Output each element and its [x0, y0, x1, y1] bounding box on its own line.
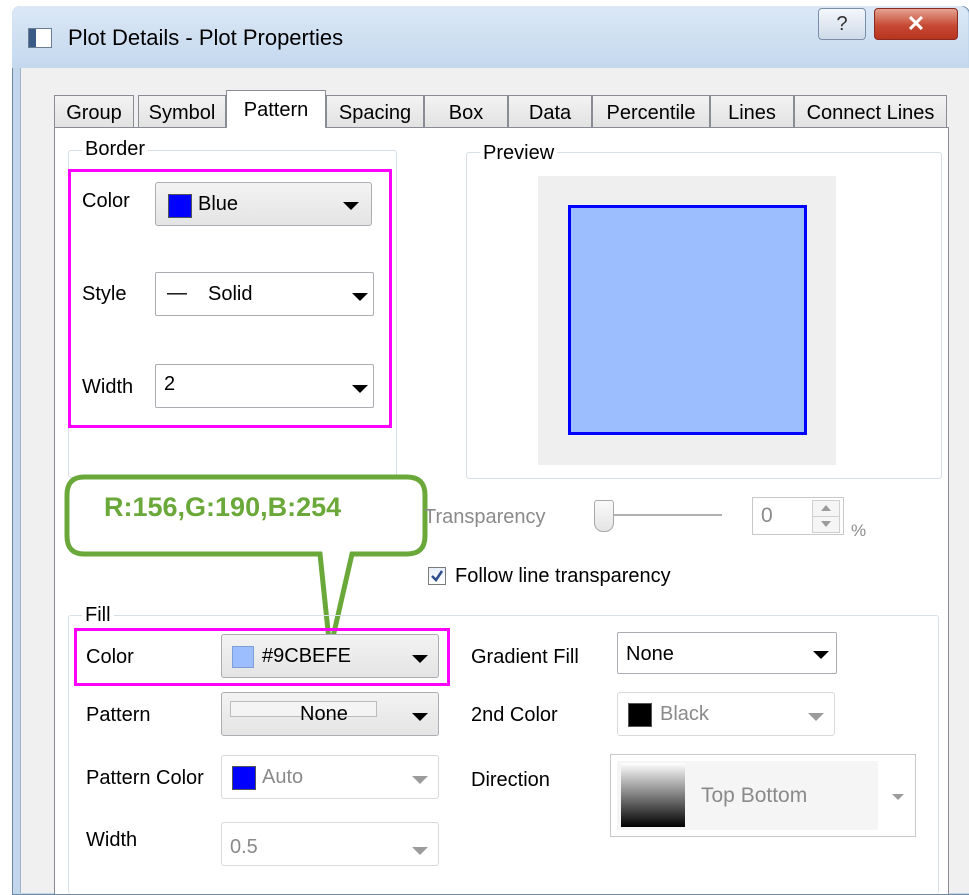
help-button[interactable]: ?	[818, 8, 866, 40]
chevron-down-icon	[352, 385, 368, 393]
border-color-value: Blue	[198, 193, 239, 215]
gradient-preview-icon	[621, 763, 685, 827]
tab-connect-lines[interactable]: Connect Lines	[794, 95, 947, 127]
follow-transparency-checkbox[interactable]	[428, 567, 446, 585]
tab-symbol[interactable]: Symbol	[138, 95, 226, 127]
pattern-color-value: Auto	[262, 766, 304, 788]
window-title: Plot Details - Plot Properties	[68, 25, 344, 50]
border-width-label: Width	[82, 376, 134, 398]
border-width-value: 2	[164, 373, 176, 395]
fill-color-label: Color	[86, 646, 134, 668]
fill-width-label: Width	[86, 829, 138, 851]
fill-group-title: Fill	[82, 604, 114, 627]
pattern-color-dropdown[interactable]: Auto	[221, 755, 439, 799]
fill-color-value: #9CBEFE	[262, 645, 351, 667]
border-width-dropdown[interactable]: 2	[155, 364, 374, 408]
blue-swatch-icon	[168, 194, 192, 218]
transparency-slider-track[interactable]	[606, 514, 722, 517]
blue-swatch-icon	[232, 766, 256, 790]
tab-box[interactable]: Box	[424, 95, 508, 127]
checkmark-icon	[431, 570, 444, 582]
line-style-icon: —	[167, 282, 187, 304]
app-icon	[28, 28, 52, 48]
chevron-down-icon	[412, 713, 428, 721]
tab-group[interactable]: Group	[54, 95, 134, 127]
fill-color-dropdown[interactable]: #9CBEFE	[221, 634, 439, 678]
tab-spacing[interactable]: Spacing	[326, 95, 424, 127]
chevron-down-icon	[412, 847, 428, 855]
spin-up-icon[interactable]	[812, 500, 840, 517]
tab-data[interactable]: Data	[508, 95, 592, 127]
direction-dropdown[interactable]: Top Bottom	[610, 754, 916, 837]
border-color-dropdown[interactable]: Blue	[155, 182, 372, 226]
chevron-down-icon	[813, 651, 829, 659]
transparency-value: 0	[761, 504, 773, 527]
border-color-label: Color	[82, 190, 130, 212]
chevron-down-icon	[352, 293, 368, 301]
pattern-color-label: Pattern Color	[86, 767, 204, 789]
second-color-label: 2nd Color	[471, 704, 558, 726]
gradient-fill-value: None	[626, 643, 674, 665]
chevron-down-icon	[808, 713, 824, 721]
border-style-dropdown[interactable]: — Solid	[155, 272, 374, 316]
transparency-spinbox[interactable]: 0	[752, 497, 844, 535]
preview-fill-box	[568, 205, 807, 435]
fill-pattern-dropdown[interactable]: None	[221, 692, 439, 736]
fill-pattern-label: Pattern	[86, 704, 151, 726]
black-swatch-icon	[628, 703, 652, 727]
border-style-label: Style	[82, 283, 127, 305]
spin-down-icon[interactable]	[812, 516, 840, 533]
tab-percentile[interactable]: Percentile	[592, 95, 710, 127]
fill-width-value: 0.5	[230, 836, 258, 858]
follow-transparency-label[interactable]: Follow line transparency	[455, 565, 671, 588]
chevron-down-icon	[412, 776, 428, 784]
chevron-down-icon	[343, 202, 359, 210]
second-color-value: Black	[660, 703, 709, 725]
chevron-down-icon	[892, 794, 904, 800]
tab-pattern[interactable]: Pattern	[226, 90, 326, 128]
gradient-fill-label: Gradient Fill	[471, 646, 579, 668]
transparency-slider-thumb[interactable]	[594, 500, 614, 532]
callout-text: R:156,G:190,B:254	[104, 492, 342, 522]
transparency-label: Transparency	[424, 506, 546, 528]
border-style-value: Solid	[208, 283, 253, 305]
fill-width-dropdown[interactable]: 0.5	[221, 822, 439, 866]
fill-pattern-value: None	[300, 703, 348, 725]
border-group-title: Border	[82, 138, 149, 161]
direction-value: Top Bottom	[701, 784, 808, 807]
transparency-unit: %	[851, 521, 867, 540]
close-button[interactable]: ✕	[874, 8, 958, 40]
direction-label: Direction	[471, 769, 550, 791]
preview-group-title: Preview	[480, 142, 558, 165]
tab-lines[interactable]: Lines	[710, 95, 794, 127]
chevron-down-icon	[412, 655, 428, 663]
color-swatch-icon	[232, 646, 254, 668]
second-color-dropdown[interactable]: Black	[617, 692, 835, 736]
gradient-fill-dropdown[interactable]: None	[617, 632, 837, 674]
